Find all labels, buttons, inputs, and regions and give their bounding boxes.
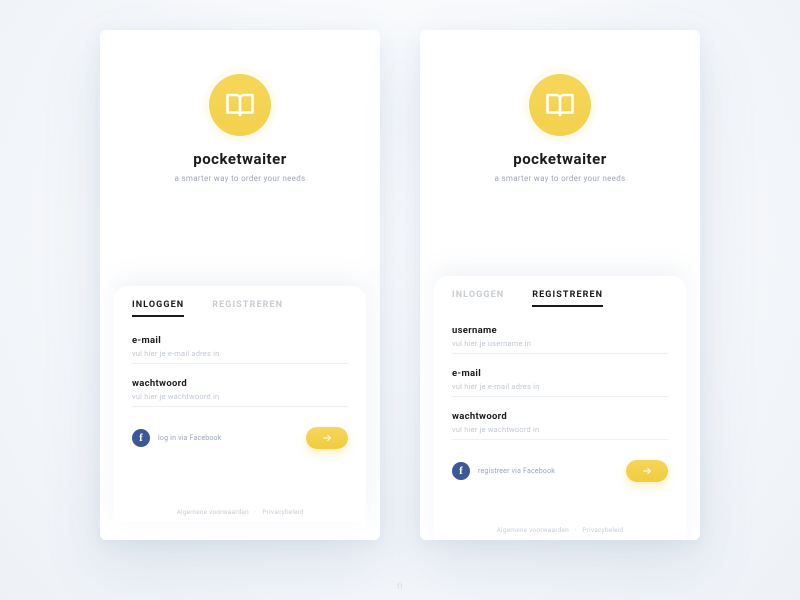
login-screen: pocketwaiter a smarter way to order your… — [100, 30, 380, 540]
auth-card-register: INLOGGEN REGISTREREN username vul hier j… — [434, 276, 686, 540]
tab-login[interactable]: INLOGGEN — [132, 300, 184, 317]
tab-register[interactable]: REGISTREREN — [212, 300, 283, 317]
book-open-icon — [545, 90, 575, 120]
app-name: pocketwaiter — [100, 150, 380, 168]
facebook-login-label: log in via Facebook — [158, 434, 222, 442]
email-placeholder: vul hier je e-mail adres in — [452, 382, 668, 397]
legal-separator: · — [575, 526, 577, 534]
legal-links: Algemene voorwaarden · Privacybeleid — [114, 508, 366, 516]
email-field[interactable]: e-mail vul hier je e-mail adres in — [132, 335, 348, 364]
book-open-icon — [225, 90, 255, 120]
logo-badge — [209, 74, 271, 136]
hero: pocketwaiter a smarter way to order your… — [420, 30, 700, 183]
facebook-register-label: registreer via Facebook — [478, 467, 555, 475]
tagline: a smarter way to order your needs — [100, 174, 380, 183]
username-placeholder: vul hier je username in — [452, 339, 668, 354]
facebook-icon: f — [132, 429, 150, 447]
login-actions: f log in via Facebook — [132, 427, 348, 449]
arrow-right-icon — [321, 433, 333, 443]
privacy-link[interactable]: Privacybeleid — [582, 526, 623, 534]
legal-links: Algemene voorwaarden · Privacybeleid — [434, 526, 686, 534]
password-field[interactable]: wachtwoord vul hier je wachtwoord in — [452, 411, 668, 440]
tagline: a smarter way to order your needs — [420, 174, 700, 183]
email-label: e-mail — [452, 368, 668, 379]
password-field[interactable]: wachtwoord vul hier je wachtwoord in — [132, 378, 348, 407]
hero: pocketwaiter a smarter way to order your… — [100, 30, 380, 183]
legal-separator: · — [255, 508, 257, 516]
privacy-link[interactable]: Privacybeleid — [262, 508, 303, 516]
facebook-login-button[interactable]: f log in via Facebook — [132, 429, 222, 447]
username-label: username — [452, 325, 668, 336]
password-label: wachtwoord — [452, 411, 668, 422]
facebook-register-button[interactable]: f registreer via Facebook — [452, 462, 555, 480]
password-placeholder: vul hier je wachtwoord in — [452, 425, 668, 440]
submit-register-button[interactable] — [626, 460, 668, 482]
tab-login[interactable]: INLOGGEN — [452, 290, 504, 307]
facebook-icon: f — [452, 462, 470, 480]
terms-link[interactable]: Algemene voorwaarden — [497, 526, 569, 534]
tab-register[interactable]: REGISTREREN — [532, 290, 603, 307]
app-name: pocketwaiter — [420, 150, 700, 168]
email-label: e-mail — [132, 335, 348, 346]
register-actions: f registreer via Facebook — [452, 460, 668, 482]
submit-login-button[interactable] — [306, 427, 348, 449]
watermark: n — [0, 581, 800, 592]
password-label: wachtwoord — [132, 378, 348, 389]
arrow-right-icon — [641, 466, 653, 476]
password-placeholder: vul hier je wachtwoord in — [132, 392, 348, 407]
username-field[interactable]: username vul hier je username in — [452, 325, 668, 354]
auth-tabs: INLOGGEN REGISTREREN — [132, 300, 348, 317]
email-placeholder: vul hier je e-mail adres in — [132, 349, 348, 364]
register-screen: pocketwaiter a smarter way to order your… — [420, 30, 700, 540]
terms-link[interactable]: Algemene voorwaarden — [177, 508, 249, 516]
email-field[interactable]: e-mail vul hier je e-mail adres in — [452, 368, 668, 397]
auth-tabs: INLOGGEN REGISTREREN — [452, 290, 668, 307]
auth-card-login: INLOGGEN REGISTREREN e-mail vul hier je … — [114, 286, 366, 522]
logo-badge — [529, 74, 591, 136]
